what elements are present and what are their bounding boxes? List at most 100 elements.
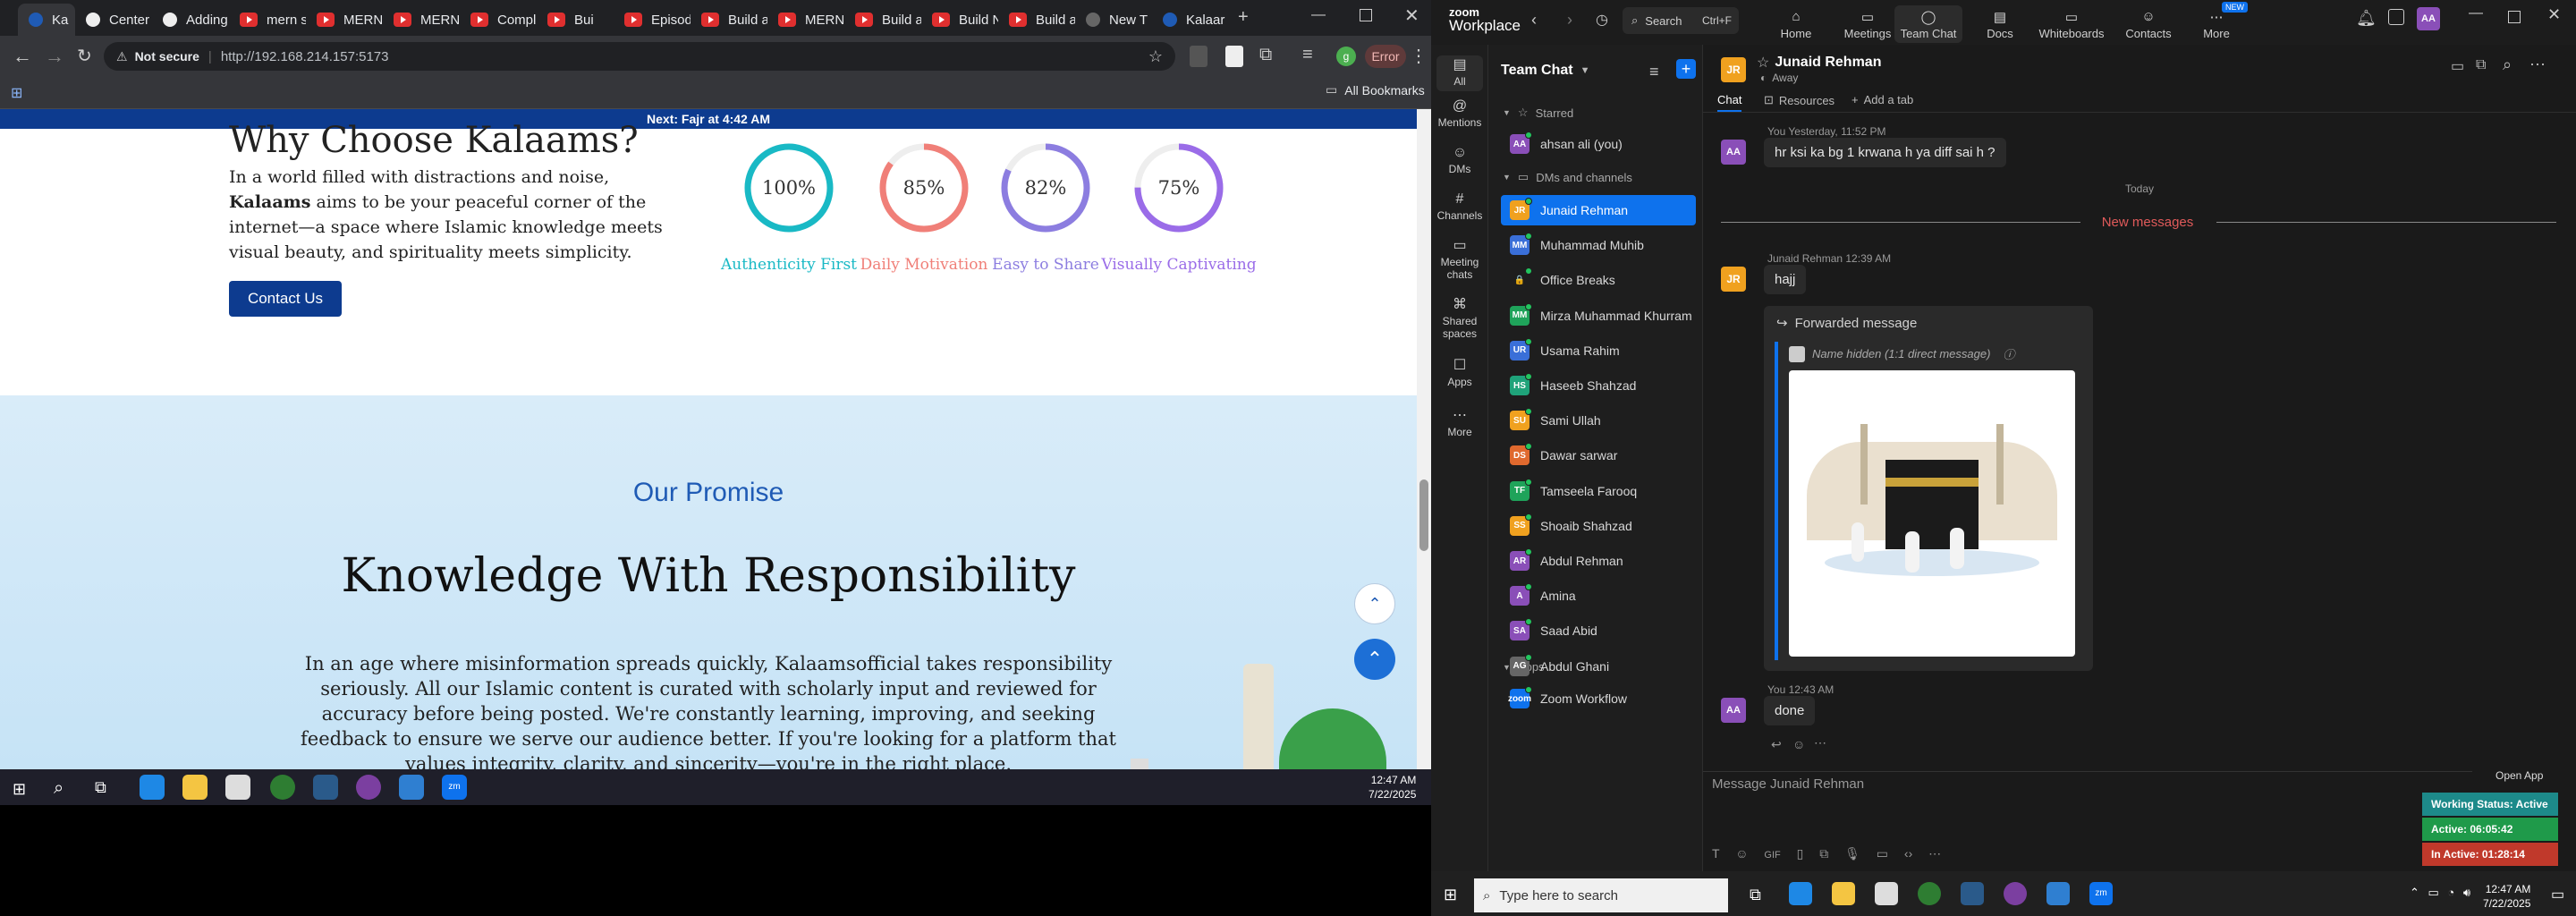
nav-chat[interactable]: ◯ Team Chat: [1894, 5, 1962, 43]
chat-list-item[interactable]: SA Saad Abid: [1501, 615, 1696, 646]
chat-list-item[interactable]: UR Usama Rahim: [1501, 335, 1696, 366]
info-icon[interactable]: ⓘ: [2003, 345, 2014, 362]
message-bubble[interactable]: hajj: [1764, 265, 1807, 294]
chat-list-item[interactable]: 🔒 Office Breaks: [1501, 265, 1696, 295]
chrome-icon[interactable]: [1918, 882, 1941, 905]
forward-icon[interactable]: →: [45, 45, 64, 68]
emoji-reaction-icon[interactable]: ☺: [1792, 737, 1805, 751]
format-text-icon[interactable]: T: [1712, 846, 1719, 861]
message-more-icon[interactable]: ⋯: [1814, 735, 1826, 751]
back-icon[interactable]: ←: [13, 45, 32, 68]
search-icon[interactable]: ⌕: [2503, 55, 2512, 74]
reply-icon[interactable]: ↩: [1771, 737, 1782, 752]
maximize-icon[interactable]: [2508, 11, 2521, 23]
chat-list-item[interactable]: AA ahsan ali (you): [1501, 129, 1696, 159]
notifications-bell-icon[interactable]: 🔔︎: [2356, 9, 2377, 28]
browser-tab[interactable]: MERN: [767, 4, 844, 36]
more-icon[interactable]: ⋯: [1928, 846, 1941, 861]
extensions-puzzle-icon[interactable]: ⧉: [1259, 45, 1272, 65]
emoji-icon[interactable]: ☺: [1735, 846, 1748, 861]
browser-tab[interactable]: Build a: [998, 4, 1075, 36]
browser-tab[interactable]: Center: [75, 4, 152, 36]
file-icon[interactable]: ▯: [1797, 846, 1804, 861]
browser-tab[interactable]: Bui: [537, 4, 614, 36]
browser-tab[interactable]: Build N: [921, 4, 998, 36]
nav-docs[interactable]: ▤ Docs: [1966, 5, 2034, 43]
bookmark-star-icon[interactable]: ☆: [1148, 47, 1163, 66]
chat-list-item[interactable]: SS Shoaib Shahzad: [1501, 511, 1696, 541]
chat-list-item[interactable]: HS Haseeb Shahzad: [1501, 370, 1696, 401]
rail-shared-spaces[interactable]: ⌘ Shared spaces: [1431, 298, 1488, 341]
media-control-icon[interactable]: ≡: [1302, 45, 1313, 65]
system-tray[interactable]: ⌃ ▭ ◔ 🔊︎: [2410, 886, 2470, 900]
extension-icon[interactable]: [1190, 46, 1208, 67]
task-view-icon[interactable]: ⧉: [1750, 886, 1761, 904]
vscode-icon[interactable]: [2046, 882, 2070, 905]
chrome-icon[interactable]: [270, 775, 295, 800]
not-secure-icon[interactable]: ⚠: [116, 49, 128, 64]
browser-tab[interactable]: Build a: [844, 4, 921, 36]
browser-tab[interactable]: Ka✕: [18, 4, 75, 36]
reload-icon[interactable]: ↻: [77, 45, 92, 67]
up-chevron-outline-icon[interactable]: ⌃: [1354, 583, 1395, 624]
rail-at[interactable]: @ Mentions: [1431, 99, 1488, 130]
profile-avatar[interactable]: g: [1336, 47, 1356, 66]
dms-section-header[interactable]: ▼ ▭ DMs and channels: [1503, 170, 1632, 184]
browser-tab[interactable]: Compl: [460, 4, 537, 36]
nav-more[interactable]: ⋯ More NEW: [2182, 2, 2250, 43]
chat-list-item[interactable]: DS Dawar sarwar: [1501, 440, 1696, 471]
chat-list-item[interactable]: JR Junaid Rehman: [1501, 195, 1696, 225]
scroll-to-top-button[interactable]: ⌃: [1354, 639, 1395, 680]
message-composer[interactable]: Message Junaid Rehman: [1712, 776, 2472, 803]
user-avatar[interactable]: AA: [2417, 7, 2440, 30]
tab-resources[interactable]: ⊡ Resources: [1764, 93, 1835, 107]
omnibox[interactable]: ⚠ Not secure | http://192.168.214.157:51…: [104, 42, 1175, 71]
browser-tab[interactable]: New T: [1075, 4, 1152, 36]
chat-list-item[interactable]: TF Tamseela Farooq: [1501, 476, 1696, 506]
task-view-icon[interactable]: ⧉: [95, 778, 106, 797]
browser-tab[interactable]: Build a: [691, 4, 767, 36]
star-icon[interactable]: ☆: [1757, 54, 1769, 72]
starred-section-header[interactable]: ▼ ☆ Starred: [1503, 106, 1573, 120]
taskbar-search-box[interactable]: ⌕ Type here to search: [1474, 878, 1728, 912]
contact-us-button[interactable]: Contact Us: [229, 281, 342, 317]
new-tab-icon[interactable]: +: [1238, 7, 1249, 28]
more-options-icon[interactable]: ⋯: [2529, 55, 2546, 74]
chat-header-name[interactable]: Junaid Rehman: [1775, 55, 1881, 71]
store-icon[interactable]: [225, 775, 250, 800]
notification-center-icon[interactable]: ▭: [2551, 886, 2564, 903]
scrollbar-thumb[interactable]: [1419, 479, 1428, 551]
browser-menu-icon[interactable]: ⋮: [1410, 45, 1428, 67]
browser-tab[interactable]: mern s: [229, 4, 306, 36]
apps-grid-icon[interactable]: ⊞: [11, 84, 22, 102]
chat-list-item[interactable]: AR Abdul Rehman: [1501, 546, 1696, 576]
rail-meeting-chat[interactable]: ▭ Meeting chats: [1431, 239, 1488, 282]
close-window-icon[interactable]: ✕: [1404, 4, 1419, 27]
file-explorer-icon[interactable]: [182, 775, 208, 800]
whiteboard-shortcut-icon[interactable]: [2388, 9, 2404, 25]
edge-icon[interactable]: [1789, 882, 1812, 905]
vscode-icon[interactable]: [399, 775, 424, 800]
new-chat-button[interactable]: +: [1676, 59, 1696, 79]
store-icon[interactable]: [1875, 882, 1898, 905]
windows-start-icon[interactable]: ⊞: [13, 780, 26, 799]
chat-list-item[interactable]: zoom Zoom Workflow: [1501, 683, 1696, 714]
screenshot-icon[interactable]: ⧉: [1819, 846, 1828, 861]
browser-tab[interactable]: Adding: [152, 4, 229, 36]
nav-home[interactable]: ⌂ Home: [1762, 5, 1830, 43]
extension-icon-2[interactable]: [1225, 46, 1243, 67]
chat-list-item[interactable]: MM Muhammad Muhib: [1501, 230, 1696, 260]
edge-icon[interactable]: [140, 775, 165, 800]
mic-icon[interactable]: 🎙︎: [1844, 846, 1860, 861]
nav-whiteboard[interactable]: ▭ Whiteboards: [2038, 5, 2106, 43]
app-icon[interactable]: [1961, 882, 1984, 905]
rail-all[interactable]: ▤ All: [1436, 55, 1483, 91]
message-bubble[interactable]: hr ksi ka bg 1 krwana h ya diff sai h ?: [1764, 138, 2006, 167]
gif-icon[interactable]: GIF: [1764, 850, 1780, 861]
browser-tab[interactable]: MERN: [306, 4, 383, 36]
history-icon[interactable]: ◷: [1596, 11, 1608, 29]
forwarded-message-card[interactable]: ↪ Forwarded message Name hidden (1:1 dir…: [1764, 306, 2093, 671]
video-call-icon[interactable]: ▭: [2451, 57, 2464, 75]
screen-share-icon[interactable]: ⧉: [2476, 57, 2486, 73]
github-desktop-icon[interactable]: [2004, 882, 2027, 905]
